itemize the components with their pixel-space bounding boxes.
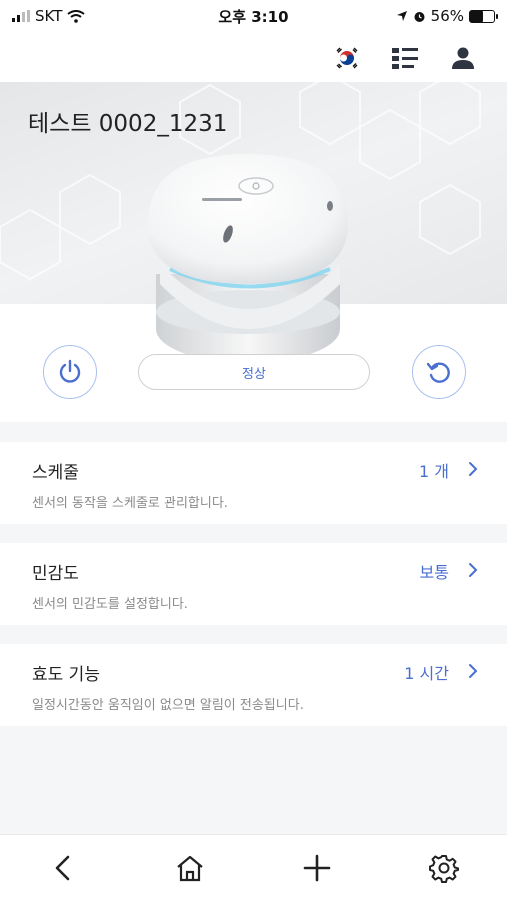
sensitivity-value: 보통 [419,563,449,582]
care-function-row[interactable]: 효도 기능 1 시간 일정시간동안 움직임이 없으면 알림이 전송됩니다. [0,644,507,726]
settings-icon [428,854,459,883]
schedule-title: 스케줄 [32,463,79,483]
alarm-icon [414,11,425,22]
schedule-description: 센서의 동작을 스케줄로 관리합니다. [32,496,228,511]
care-function-value: 1 시간 [404,664,449,683]
user-icon[interactable] [449,44,477,72]
chevron-right-icon [469,462,478,476]
settings-list: 스케줄 1 개 센서의 동작을 스케줄로 관리합니다. 민감도 보통 센서의 민… [0,422,507,834]
status-bar: SKT 오후 3:10 56% [0,0,507,32]
wifi-icon [67,9,85,23]
home-icon [177,855,203,881]
list-icon[interactable] [391,44,419,72]
korea-flag-icon[interactable] [333,44,361,72]
device-controls: 정상 [0,345,507,405]
sensitivity-row[interactable]: 민감도 보통 센서의 민감도를 설정합니다. [0,543,507,625]
carrier-label: SKT [35,7,63,25]
status-badge: 정상 [138,354,370,390]
sensitivity-description: 센서의 민감도를 설정합니다. [32,597,188,612]
power-button[interactable] [43,345,97,399]
location-arrow-icon [396,11,407,21]
device-hero: 테스트 0002_1231 [0,82,507,363]
top-toolbar [0,38,507,78]
care-function-title: 효도 기능 [32,665,100,685]
status-left: SKT [12,7,85,25]
add-icon [303,854,331,881]
home-button[interactable] [170,848,210,888]
refresh-button[interactable] [412,345,466,399]
battery-percent: 56% [430,7,464,25]
care-function-description: 일정시간동안 움직임이 없으면 알림이 전송됩니다. [32,698,304,713]
schedule-row[interactable]: 스케줄 1 개 센서의 동작을 스케줄로 관리합니다. [0,442,507,524]
add-button[interactable] [297,848,337,888]
power-icon [59,359,81,383]
sensitivity-title: 민감도 [32,564,79,584]
device-name: 테스트 0002_1231 [28,111,228,137]
back-button[interactable] [43,848,83,888]
schedule-value: 1 개 [419,462,449,481]
back-icon [56,855,70,880]
refresh-icon [426,362,450,383]
battery-fill [470,10,484,22]
settings-button[interactable] [424,848,464,888]
status-right: 56% [396,7,498,25]
chevron-right-icon [469,563,478,577]
signal-icon [12,10,30,22]
battery-icon [469,9,498,23]
bottom-tab-bar [0,834,507,900]
chevron-right-icon [469,664,478,678]
